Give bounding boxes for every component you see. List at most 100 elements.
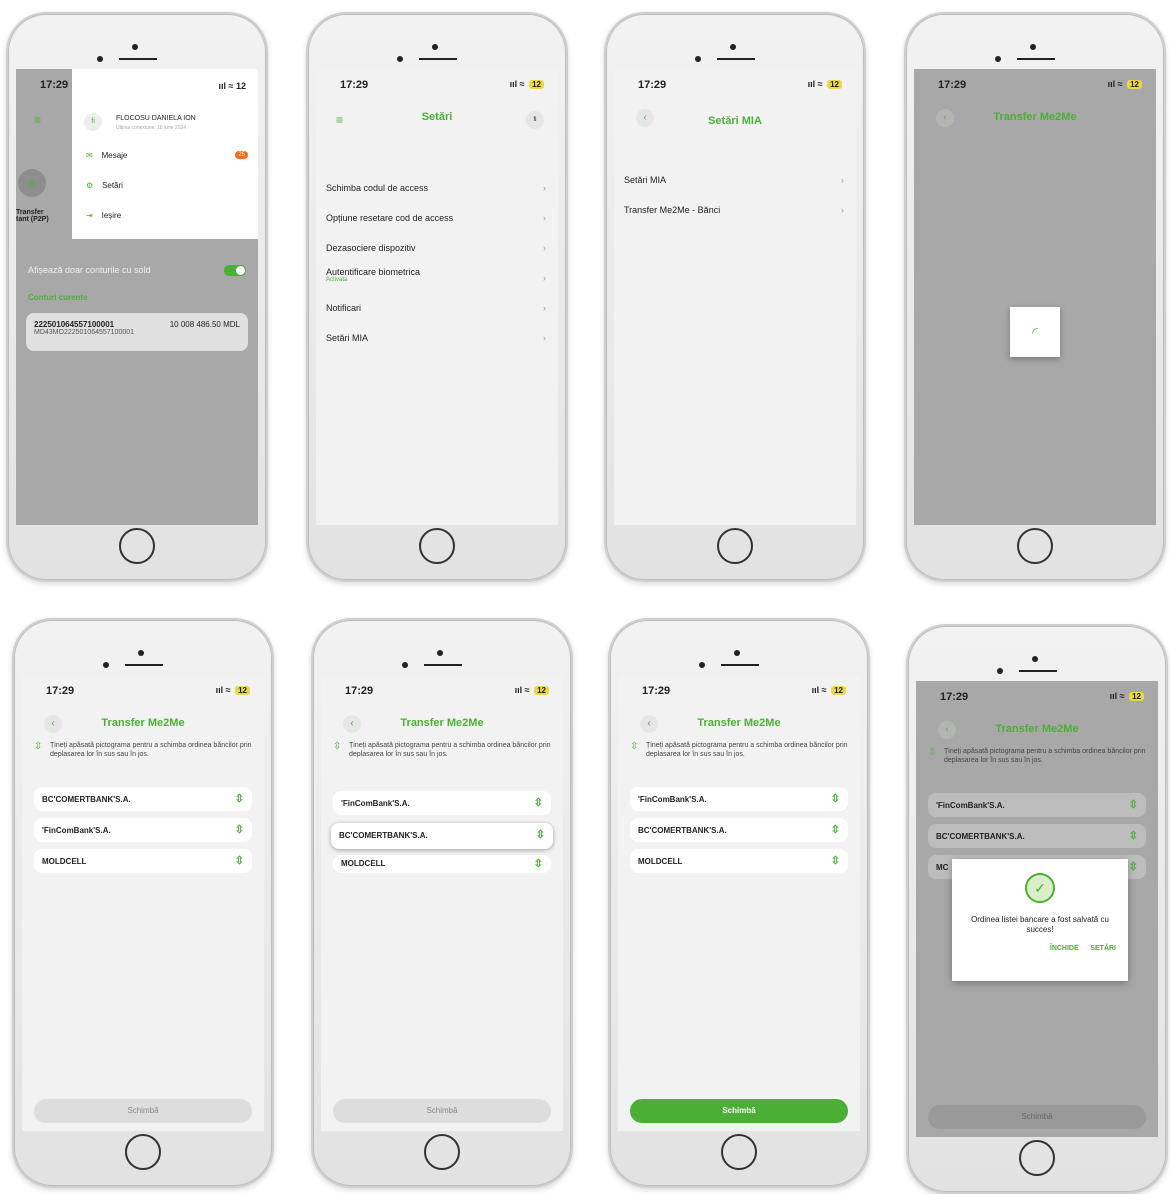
user-name: FLOCOSU DANIELA ION xyxy=(116,115,196,122)
screen: 17:29 ≡ ⁜ Transfer tant (P2P) ııl ≈ 12 f… xyxy=(16,69,258,525)
bank-item[interactable]: 'FinComBank'S.A. ⇳ xyxy=(333,791,551,815)
bank-item[interactable]: 'FinComBank'S.A. ⇳ xyxy=(34,818,252,842)
account-iban: MD43MO222501064557100001 xyxy=(34,329,135,336)
change-button[interactable]: Schimbă xyxy=(34,1099,252,1123)
bank-item[interactable]: BC'COMERTBANK'S.A. ⇳ xyxy=(928,824,1146,848)
drag-handle-icon: ⇳ xyxy=(234,824,244,836)
reorder-hint: ⇳ Țineți apăsată pictograma pentru a schi… xyxy=(928,747,1146,765)
biometric-status: Activata xyxy=(326,277,348,283)
chevron-right-icon: › xyxy=(841,175,844,185)
p2p-icon[interactable]: ⁜ xyxy=(18,169,46,197)
change-button[interactable]: Schimbă xyxy=(630,1099,848,1123)
chevron-right-icon: › xyxy=(841,205,844,215)
section-title: Conturi curente xyxy=(28,293,88,302)
chevron-right-icon: › xyxy=(543,243,546,253)
menu-transfer-me2me[interactable]: Transfer Me2Me - Bănci › xyxy=(624,205,846,225)
home-button[interactable] xyxy=(721,1134,757,1170)
screen: 17:29 ııl ≈ 12 ‹ Transfer Me2Me ⇳ Țineți a… xyxy=(321,675,563,1131)
phone-mia-settings: 17:29 ııl ≈ 12 ‹ Setări MIA Setări MIA › T… xyxy=(604,12,866,582)
change-button[interactable]: Schimbă xyxy=(333,1099,551,1123)
menu-mia[interactable]: Setări MIA › xyxy=(326,333,548,353)
menu-change-code[interactable]: Schimba codul de access › xyxy=(326,183,548,203)
chevron-right-icon: › xyxy=(543,183,546,193)
dialog-message: Ordinea listei bancare a fost salvată cu… xyxy=(971,915,1109,934)
drag-handle-icon: ⇳ xyxy=(830,793,840,805)
menu-notifications[interactable]: Notificari › xyxy=(326,303,548,323)
bank-item[interactable]: 'FinComBank'S.A. ⇳ xyxy=(630,787,848,811)
user-sub: Ultima conexiune: 18 iune 2024 xyxy=(116,125,187,131)
home-button[interactable] xyxy=(419,528,455,564)
home-button[interactable] xyxy=(424,1134,460,1170)
page-title: Transfer Me2Me xyxy=(697,717,781,729)
home-button[interactable] xyxy=(119,528,155,564)
home-button[interactable] xyxy=(717,528,753,564)
drag-handle-icon: ⇳ xyxy=(830,824,840,836)
status-time: 17:29 xyxy=(40,79,69,91)
chevron-right-icon: › xyxy=(543,213,546,223)
logout-icon: ⇥ xyxy=(86,211,93,220)
drag-handle-icon: ⇳ xyxy=(234,793,244,805)
page-title: Transfer Me2Me xyxy=(995,723,1079,735)
messages-badge: 25 xyxy=(235,151,248,159)
drag-handle-icon: ⇳ xyxy=(234,855,244,867)
menu-iesire[interactable]: ⇥ Ieșire xyxy=(86,211,121,220)
page-title: Setări xyxy=(421,111,453,123)
drag-icon: ⇳ xyxy=(928,747,937,758)
menu-setari[interactable]: ⚙ Setări xyxy=(86,181,123,190)
drag-handle-icon: ⇳ xyxy=(830,855,840,867)
bank-item[interactable]: BC'COMERTBANK'S.A. ⇳ xyxy=(630,818,848,842)
phone-loading: 17:29 ııl ≈ 12 ‹ Transfer Me2Me ◜ xyxy=(904,12,1166,582)
bank-item[interactable]: MOLDCELL ⇳ xyxy=(630,849,848,873)
account-card[interactable]: 222501064557100001 MD43MO222501064557100… xyxy=(26,313,248,351)
phone-transfer-3: 17:29 ııl ≈ 12 ‹ Transfer Me2Me ⇳ Țineți a… xyxy=(608,618,870,1188)
menu-biometric[interactable]: Autentificare biometrica Activata › xyxy=(326,267,548,293)
chevron-right-icon: › xyxy=(543,333,546,343)
page-title: Transfer Me2Me xyxy=(101,717,185,729)
avatar[interactable]: fi xyxy=(526,111,544,129)
menu-reset-code[interactable]: Opțiune resetare cod de access › xyxy=(326,213,548,233)
success-dialog: ✓ Ordinea listei bancare a fost salvată … xyxy=(952,859,1128,981)
phone-transfer-2: 17:29 ııl ≈ 12 ‹ Transfer Me2Me ⇳ Țineți a… xyxy=(311,618,573,1188)
reorder-hint: ⇳ Țineți apăsată pictograma pentru a schi… xyxy=(333,741,551,759)
drag-handle-icon: ⇳ xyxy=(533,858,543,870)
phone-transfer-saved: 17:29 ııl ≈ 12 ‹ Transfer Me2Me ⇳ Țineți a… xyxy=(906,624,1168,1194)
page-title: Setări MIA xyxy=(708,115,762,127)
balance-toggle[interactable] xyxy=(224,265,246,276)
page-title: Transfer Me2Me xyxy=(993,111,1077,123)
side-label: Transfer tant (P2P) xyxy=(16,209,49,223)
drag-handle-icon: ⇳ xyxy=(535,829,545,841)
hamburger-icon[interactable]: ≡ xyxy=(34,113,41,127)
drag-handle-icon: ⇳ xyxy=(533,797,543,809)
drag-icon: ⇳ xyxy=(34,741,43,752)
bank-item[interactable]: MOLDCELL ⇳ xyxy=(34,849,252,873)
drag-handle-icon: ⇳ xyxy=(1128,861,1138,873)
chevron-right-icon: › xyxy=(543,273,546,283)
reorder-hint: ⇳ Țineți apăsată pictograma pentru a schi… xyxy=(34,741,252,759)
screen: 17:29 ııl ≈ 12 ‹ Transfer Me2Me ⇳ Țineți a… xyxy=(916,681,1158,1137)
bank-item[interactable]: BC'COMERTBANK'S.A. ⇳ xyxy=(34,787,252,811)
menu-mesaje[interactable]: ✉ Mesaje 25 xyxy=(86,151,248,160)
settings-dialog-button[interactable]: SETĂRI xyxy=(1090,945,1116,952)
drag-icon: ⇳ xyxy=(333,741,342,752)
screen: 17:29 ııl ≈ 12 ‹ Transfer Me2Me ⇳ Țineți a… xyxy=(618,675,860,1131)
change-button[interactable]: Schimbă xyxy=(928,1105,1146,1129)
home-button[interactable] xyxy=(125,1134,161,1170)
avatar: fi xyxy=(84,113,102,131)
close-dialog-button[interactable]: ÎNCHIDE xyxy=(1050,945,1079,952)
bank-item[interactable]: MOLDCELL ⇳ xyxy=(333,855,551,873)
menu-mia-settings[interactable]: Setări MIA › xyxy=(624,175,846,195)
loading-spinner: ◜ xyxy=(1010,307,1060,357)
gear-icon: ⚙ xyxy=(86,181,94,190)
bank-item-dragging[interactable]: BC'COMERTBANK'S.A. ⇳ xyxy=(331,823,553,849)
page-title: Transfer Me2Me xyxy=(400,717,484,729)
phone-transfer-1: 17:29 ııl ≈ 12 ‹ Transfer Me2Me ⇳ Țineți a… xyxy=(12,618,274,1188)
menu-dissociate[interactable]: Dezasociere dispozitiv › xyxy=(326,243,548,263)
drag-handle-icon: ⇳ xyxy=(1128,830,1138,842)
screen: 17:29 ııl ≈ 12 ≡ Setări fi Schimba codul … xyxy=(316,69,558,525)
bank-item[interactable]: 'FinComBank'S.A. ⇳ xyxy=(928,793,1146,817)
home-button[interactable] xyxy=(1019,1140,1055,1176)
screen: 17:29 ııl ≈ 12 ‹ Setări MIA Setări MIA › T… xyxy=(614,69,856,525)
screen: 17:29 ııl ≈ 12 ‹ Transfer Me2Me ◜ xyxy=(914,69,1156,525)
home-button[interactable] xyxy=(1017,528,1053,564)
phone-menu: 17:29 ≡ ⁜ Transfer tant (P2P) ııl ≈ 12 f… xyxy=(6,12,268,582)
